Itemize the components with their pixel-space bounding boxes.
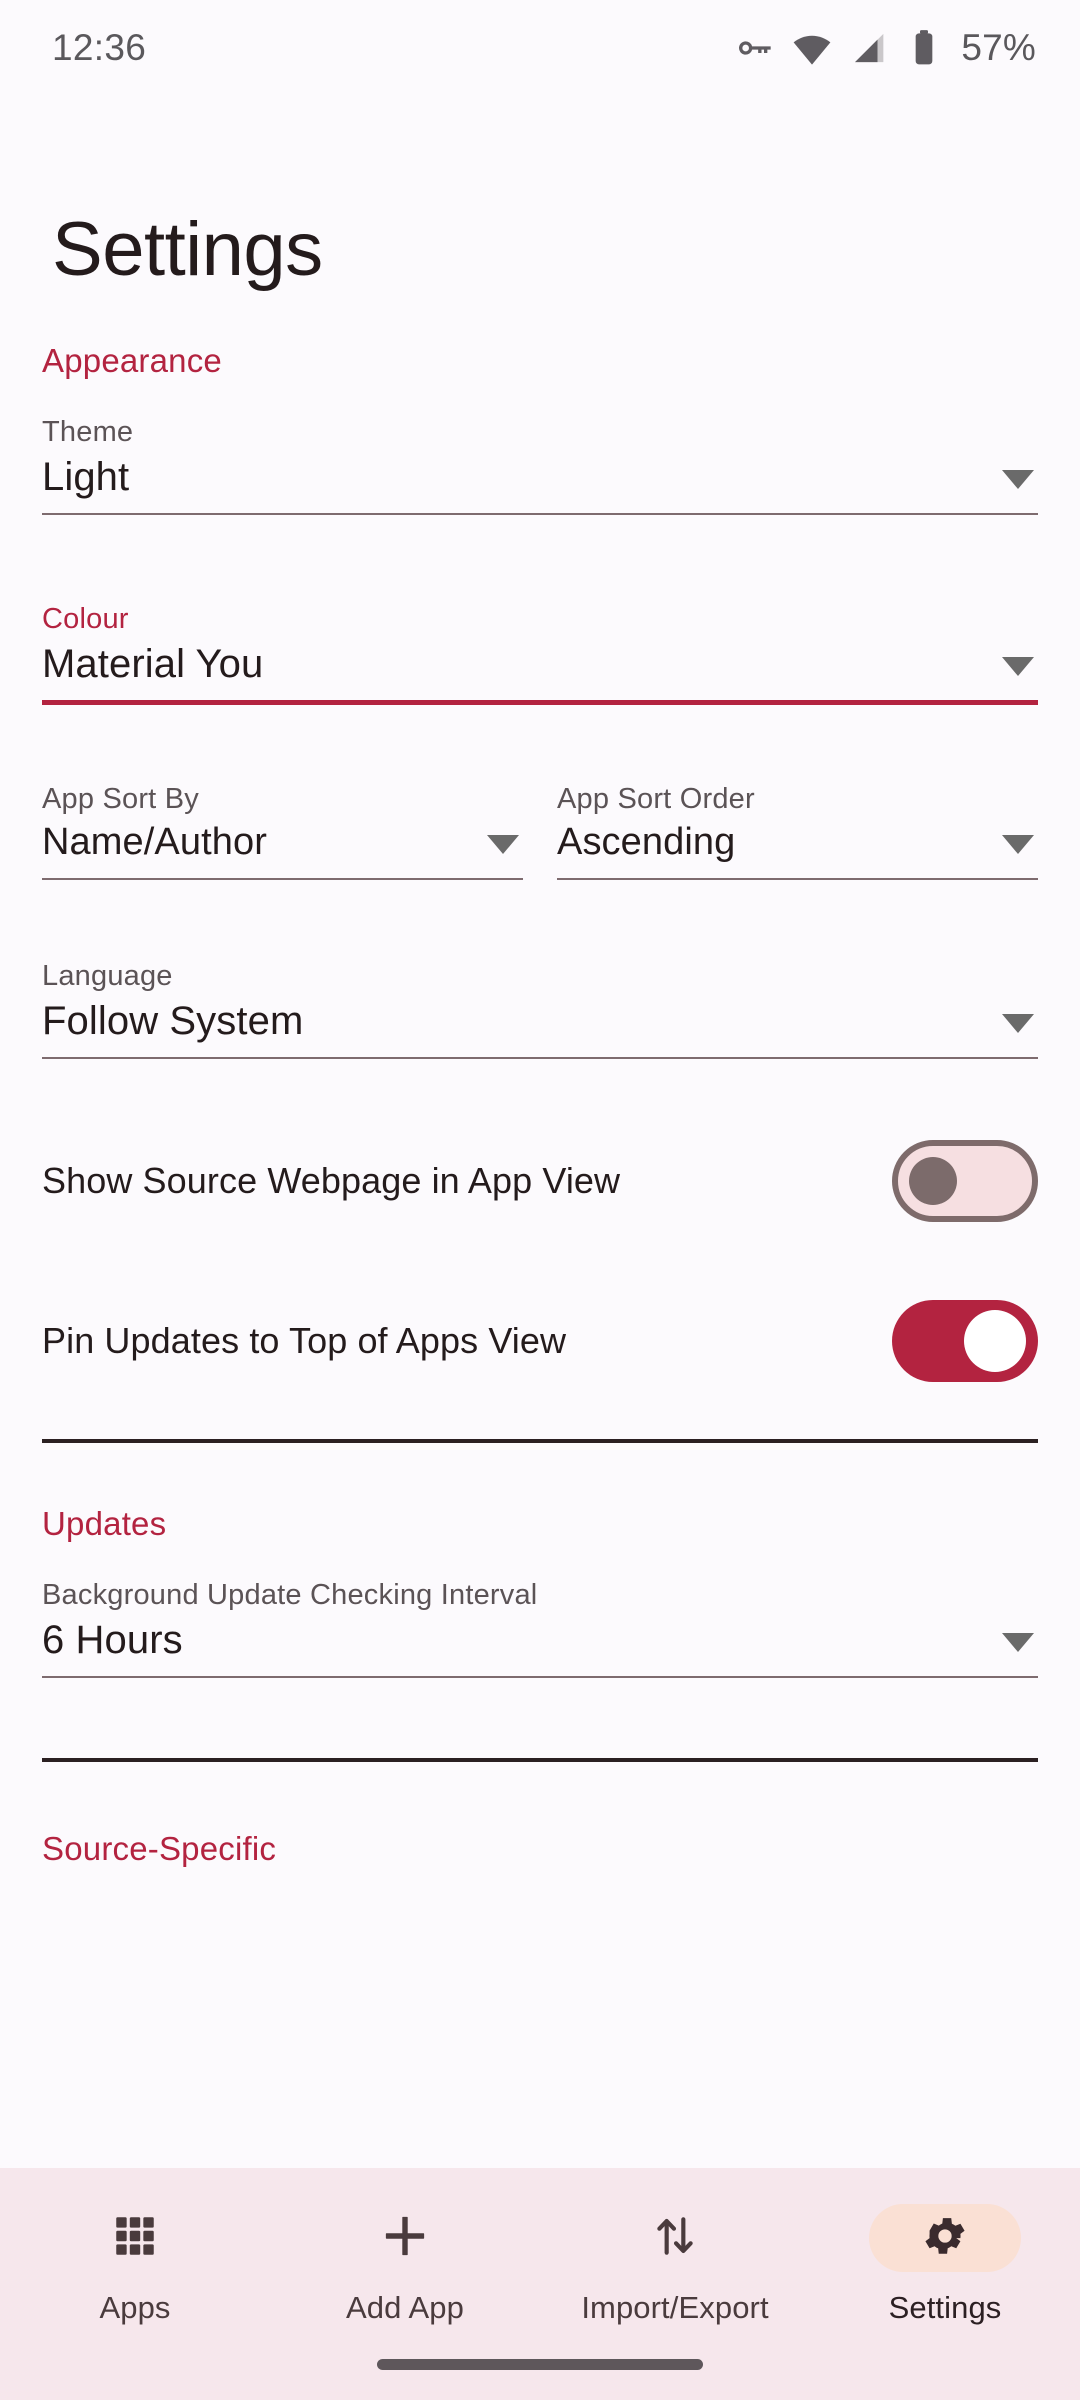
show-source-webpage-label: Show Source Webpage in App View bbox=[42, 1159, 621, 1201]
background-update-interval-dropdown[interactable]: Background Update Checking Interval 6 Ho… bbox=[42, 1579, 1038, 1694]
settings-scroll-area[interactable]: Settings Appearance Theme Light Colour M… bbox=[0, 96, 1080, 2168]
app-sort-order-label: App Sort Order bbox=[557, 783, 755, 815]
switch-thumb bbox=[909, 1156, 957, 1205]
grid-apps-icon bbox=[110, 2211, 160, 2266]
chevron-down-icon[interactable] bbox=[1002, 470, 1034, 489]
nav-item-import-export[interactable]: Import/Export bbox=[540, 2204, 810, 2326]
app-sort-by-label: App Sort By bbox=[42, 783, 199, 815]
colour-value: Material You bbox=[42, 642, 264, 686]
colour-dropdown[interactable]: Colour Material You bbox=[42, 603, 1038, 721]
vpn-key-icon bbox=[734, 28, 774, 68]
battery-icon bbox=[907, 28, 941, 68]
chevron-down-icon[interactable] bbox=[1002, 1013, 1034, 1033]
show-source-webpage-switch[interactable] bbox=[892, 1139, 1038, 1222]
appearance-section: Appearance bbox=[0, 342, 1080, 380]
pin-updates-switch[interactable] bbox=[892, 1299, 1038, 1382]
theme-label: Theme bbox=[42, 416, 134, 448]
background-interval-field-wrap: Background Update Checking Interval 6 Ho… bbox=[0, 1579, 1080, 1694]
battery-percentage: 57% bbox=[961, 27, 1036, 68]
chevron-down-icon[interactable] bbox=[487, 834, 519, 854]
show-source-webpage-row[interactable]: Show Source Webpage in App View bbox=[0, 1131, 1080, 1231]
colour-underline bbox=[42, 700, 1038, 705]
gear-icon bbox=[920, 2211, 970, 2266]
app-sort-by-underline bbox=[42, 877, 523, 880]
nav-item-settings[interactable]: Settings bbox=[810, 2204, 1080, 2326]
language-dropdown[interactable]: Language Follow System bbox=[42, 960, 1038, 1075]
nav-item-apps[interactable]: Apps bbox=[0, 2204, 270, 2326]
language-field-wrap: Language Follow System bbox=[0, 960, 1080, 1075]
theme-field-wrap: Theme Light bbox=[0, 416, 1080, 531]
cellular-signal-icon bbox=[850, 28, 890, 68]
language-value: Follow System bbox=[42, 998, 304, 1043]
language-underline bbox=[42, 1056, 1038, 1059]
app-sort-by-dropdown[interactable]: App Sort By Name/Author bbox=[42, 783, 523, 896]
nav-pill bbox=[599, 2204, 751, 2272]
section-header-source-specific: Source-Specific bbox=[42, 1829, 277, 1867]
pin-updates-label: Pin Updates to Top of Apps View bbox=[42, 1319, 567, 1361]
switch-thumb bbox=[964, 1309, 1026, 1372]
nav-label-apps: Apps bbox=[99, 2290, 171, 2325]
updates-section: Updates bbox=[0, 1505, 1080, 1543]
import-export-arrows-icon bbox=[650, 2211, 700, 2266]
nav-label-add-app: Add App bbox=[346, 2290, 464, 2325]
gesture-navigation-bar[interactable] bbox=[0, 2342, 1080, 2400]
colour-field-wrap: Colour Material You bbox=[0, 603, 1080, 721]
background-update-interval-underline bbox=[42, 1675, 1038, 1678]
app-sort-order-underline bbox=[557, 877, 1038, 880]
pin-updates-row[interactable]: Pin Updates to Top of Apps View bbox=[0, 1291, 1080, 1391]
theme-dropdown[interactable]: Theme Light bbox=[42, 416, 1038, 531]
app-screen: 12:36 57% Settings Appearance Theme Ligh… bbox=[0, 0, 1080, 2400]
nav-label-import-export: Import/Export bbox=[581, 2290, 769, 2325]
app-sort-order-dropdown[interactable]: App Sort Order Ascending bbox=[557, 783, 1038, 896]
chevron-down-icon[interactable] bbox=[1002, 1632, 1034, 1652]
nav-label-settings: Settings bbox=[888, 2290, 1002, 2325]
section-header-updates: Updates bbox=[42, 1504, 167, 1542]
nav-pill-active bbox=[869, 2204, 1021, 2272]
source-specific-section: Source-Specific bbox=[0, 1830, 1080, 1868]
language-label: Language bbox=[42, 959, 173, 992]
theme-underline bbox=[42, 513, 1038, 515]
section-header-appearance: Appearance bbox=[42, 342, 222, 379]
plus-icon bbox=[378, 2209, 432, 2268]
app-sort-order-value: Ascending bbox=[557, 821, 736, 863]
wifi-icon bbox=[791, 27, 833, 69]
background-update-interval-label: Background Update Checking Interval bbox=[42, 1578, 538, 1611]
page-title: Settings bbox=[52, 207, 323, 292]
nav-pill bbox=[59, 2204, 211, 2272]
sort-row: App Sort By Name/Author App Sort Order A… bbox=[0, 783, 1080, 896]
nav-item-add-app[interactable]: Add App bbox=[270, 2204, 540, 2326]
app-sort-by-value: Name/Author bbox=[42, 821, 267, 863]
status-bar-icons: 57% bbox=[734, 27, 1036, 69]
gesture-pill[interactable] bbox=[377, 2358, 703, 2370]
nav-pill bbox=[329, 2204, 481, 2272]
background-update-interval-value: 6 Hours bbox=[42, 1617, 183, 1662]
status-bar-clock: 12:36 bbox=[52, 27, 147, 68]
status-bar: 12:36 57% bbox=[0, 0, 1080, 96]
theme-value: Light bbox=[42, 455, 130, 499]
colour-label: Colour bbox=[42, 603, 129, 635]
chevron-down-icon[interactable] bbox=[1002, 834, 1034, 854]
chevron-down-icon[interactable] bbox=[1002, 657, 1034, 676]
